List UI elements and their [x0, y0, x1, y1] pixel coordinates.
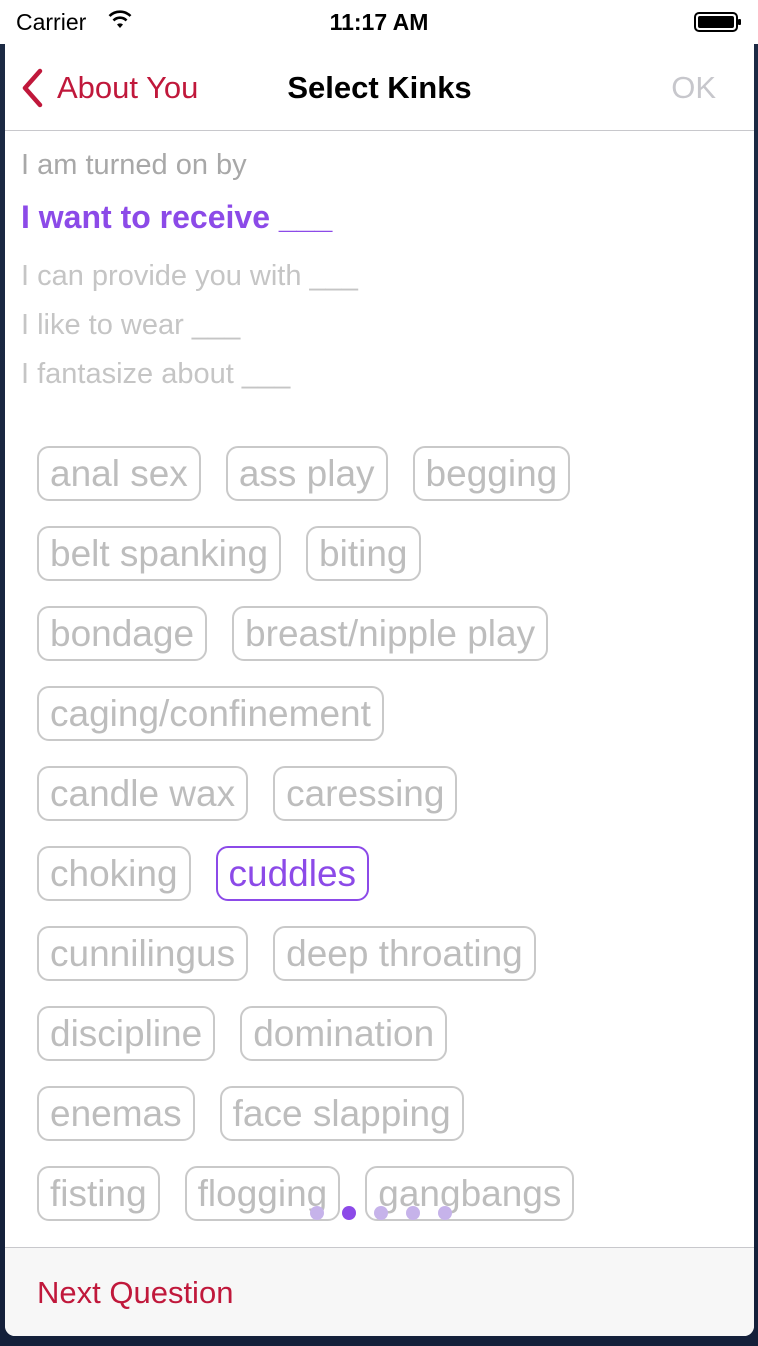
prompt-list: I am turned on by I want to receive ___ … — [21, 148, 358, 399]
tag-chip[interactable]: caging/confinement — [37, 686, 384, 741]
tag-chip[interactable]: domination — [240, 1006, 448, 1061]
page-indicator[interactable] — [310, 1206, 452, 1220]
tag-chip[interactable]: enemas — [37, 1086, 195, 1141]
tag-row: bondage breast/nipple play — [37, 606, 737, 686]
tag-chip[interactable]: biting — [306, 526, 421, 581]
tag-cloud: anal sex ass play begging belt spanking … — [37, 446, 737, 1246]
tag-row: enemas face slapping — [37, 1086, 737, 1166]
prompt-item[interactable]: I fantasize about ___ — [21, 350, 358, 399]
status-time: 11:17 AM — [329, 9, 429, 35]
tag-row: anal sex ass play begging — [37, 446, 737, 526]
tag-row: candle wax caressing — [37, 766, 737, 846]
tag-row: discipline domination — [37, 1006, 737, 1086]
nav-bar: About You Select Kinks OK — [5, 44, 754, 131]
tag-chip[interactable]: belt spanking — [37, 526, 282, 581]
page-dot[interactable] — [310, 1206, 324, 1220]
tag-row: belt spanking biting — [37, 526, 737, 606]
page-dot[interactable] — [406, 1206, 420, 1220]
tag-chip-selected[interactable]: cuddles — [215, 846, 370, 901]
tag-chip[interactable]: discipline — [37, 1006, 216, 1061]
tag-chip[interactable]: bondage — [37, 606, 208, 661]
kinks-card: About You Select Kinks OK I am turned on… — [5, 44, 754, 1336]
prompt-item[interactable]: I am turned on by — [21, 148, 358, 182]
page-dot[interactable] — [374, 1206, 388, 1220]
tag-chip[interactable]: fisting — [37, 1166, 160, 1221]
prompt-item-active[interactable]: I want to receive ___ — [21, 182, 358, 252]
tag-chip[interactable]: deep throating — [273, 926, 536, 981]
page-dot[interactable] — [438, 1206, 452, 1220]
tag-chip[interactable]: caressing — [273, 766, 458, 821]
prompt-item[interactable]: I like to wear ___ — [21, 301, 358, 350]
status-bar: Carrier 11:17 AM — [0, 0, 758, 44]
tag-chip[interactable]: face slapping — [219, 1086, 464, 1141]
tag-chip[interactable]: begging — [412, 446, 571, 501]
battery-icon — [694, 12, 741, 32]
tag-row: choking cuddles — [37, 846, 737, 926]
tag-row: caging/confinement — [37, 686, 737, 766]
tag-chip[interactable]: candle wax — [37, 766, 249, 821]
tag-chip[interactable]: breast/nipple play — [232, 606, 549, 661]
tag-chip[interactable]: choking — [37, 846, 191, 901]
next-question-button[interactable]: Next Question — [37, 1275, 233, 1311]
tag-row: cunnilingus deep throating — [37, 926, 737, 1006]
tag-chip[interactable]: ass play — [225, 446, 388, 501]
bottom-bar: Next Question — [5, 1247, 754, 1336]
page-dot-active[interactable] — [342, 1206, 356, 1220]
ok-button[interactable]: OK — [671, 70, 716, 106]
tag-chip[interactable]: cunnilingus — [37, 926, 249, 981]
tag-chip[interactable]: anal sex — [37, 446, 201, 501]
page-title: Select Kinks — [287, 70, 472, 105]
prompt-item[interactable]: I can provide you with ___ — [21, 252, 358, 301]
